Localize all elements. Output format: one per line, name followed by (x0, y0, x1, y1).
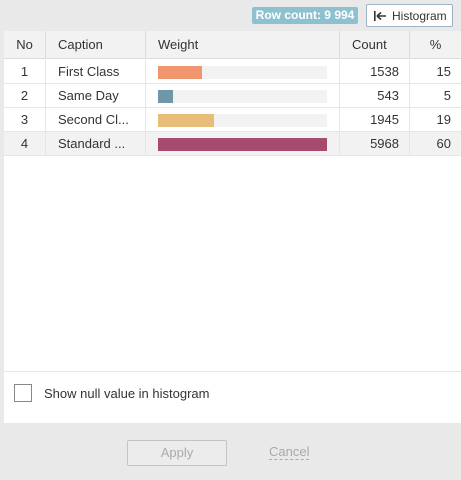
row-count: 5968 (340, 132, 410, 156)
row-weight (146, 84, 340, 108)
show-null-checkbox[interactable] (14, 384, 32, 402)
row-percent: 19 (436, 112, 451, 127)
row-count: 543 (340, 84, 410, 108)
row-weight (146, 60, 340, 84)
header-count[interactable]: Count (340, 31, 410, 59)
header-percent[interactable]: % (410, 31, 461, 59)
weight-bar-track (158, 138, 327, 151)
table-row-selected[interactable]: 4 Standard ... 5968 60 (4, 132, 461, 156)
header-caption[interactable]: Caption (46, 31, 146, 59)
row-no: 3 (4, 108, 46, 132)
show-null-option[interactable]: Show null value in histogram (14, 383, 209, 403)
table-row[interactable]: 3 Second Cl... 1945 19 (4, 108, 461, 132)
row-no: 1 (4, 60, 46, 84)
row-weight (146, 108, 340, 132)
row-count: 1945 (340, 108, 410, 132)
weight-bar (158, 66, 202, 79)
row-caption: Same Day (46, 84, 146, 108)
show-null-label: Show null value in histogram (44, 385, 210, 401)
row-count: 1538 (340, 60, 410, 84)
row-caption: Standard ... (46, 132, 146, 156)
row-percent: 5 (443, 88, 451, 103)
row-count-badge: Row count: 9 994 (252, 7, 358, 24)
weight-bar (158, 138, 327, 151)
histogram-toggle-button[interactable]: Histogram (366, 4, 453, 27)
weight-bar (158, 90, 174, 103)
weight-bar-track (158, 66, 327, 79)
table-row[interactable]: 2 Same Day 543 5 (4, 84, 461, 108)
row-no: 2 (4, 84, 46, 108)
histogram-table-panel: No Caption Weight Count % 1 First Class … (4, 31, 461, 423)
weight-bar-track (158, 90, 327, 103)
row-no: 4 (4, 132, 46, 156)
header-weight[interactable]: Weight (146, 31, 340, 59)
collapse-left-icon (374, 10, 386, 21)
cancel-link[interactable]: Cancel (269, 444, 310, 460)
weight-bar-track (158, 114, 327, 127)
row-caption: First Class (46, 60, 146, 84)
table-row[interactable]: 1 First Class 1538 15 (4, 60, 461, 84)
toolbar: Row count: 9 994 Histogram (0, 0, 461, 30)
apply-button[interactable]: Apply (127, 440, 227, 466)
header-no[interactable]: No (4, 31, 46, 59)
histogram-button-label: Histogram (392, 8, 447, 23)
row-caption: Second Cl... (46, 108, 146, 132)
row-weight (146, 132, 340, 156)
weight-bar (158, 114, 214, 127)
table-header: No Caption Weight Count % (4, 31, 461, 59)
row-percent: 15 (436, 64, 451, 79)
row-percent: 60 (436, 136, 451, 151)
